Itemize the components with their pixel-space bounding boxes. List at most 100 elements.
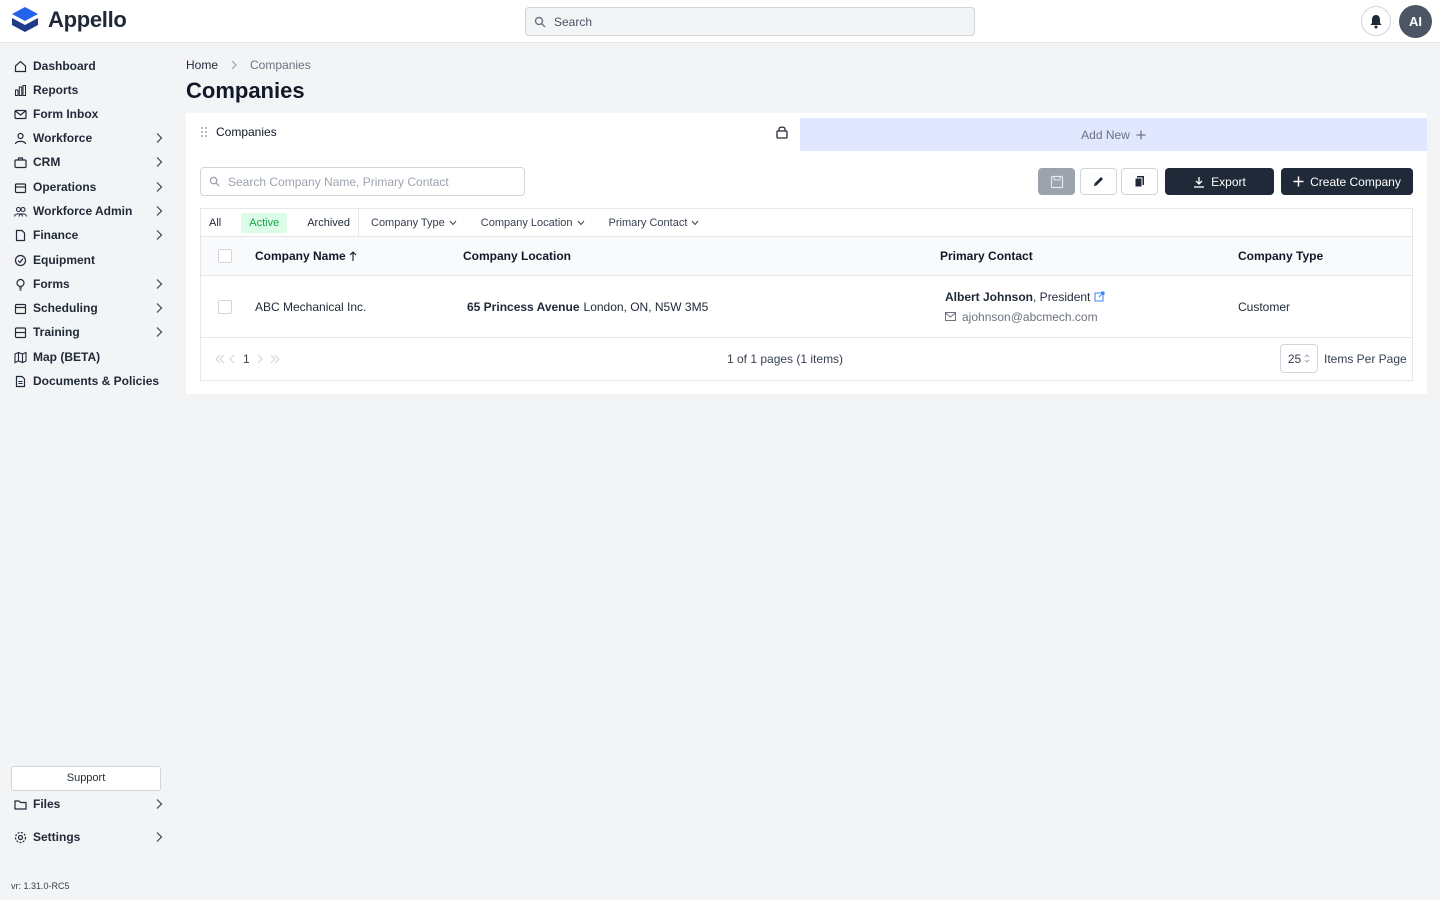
sidebar-item-documents-policies[interactable]: Documents & Policies [0,370,172,392]
gear-icon [14,831,27,843]
app-logo[interactable]: Appello [10,5,127,35]
sidebar-item-label: CRM [33,155,61,169]
column-company-location[interactable]: Company Location [463,237,571,275]
breadcrumb: Home Companies [186,58,311,72]
user-avatar[interactable]: AI [1399,5,1432,38]
mail-icon [14,109,27,119]
select-all-checkbox[interactable] [218,249,232,263]
sidebar-item-label: Training [33,325,80,339]
notifications-button[interactable] [1361,6,1391,36]
map-icon [14,351,27,363]
edit-view-button[interactable] [1080,168,1117,195]
filter-company-type[interactable]: Company Type [358,208,469,237]
lock-icon[interactable] [776,125,788,139]
sidebar-item-reports[interactable]: Reports [0,79,172,101]
sidebar-item-equipment[interactable]: Equipment [0,249,172,271]
cell-company-location: 65 Princess Avenue London, ON, N5W 3M5 [467,276,708,337]
global-search[interactable] [525,7,975,36]
chevron-down-icon [692,220,699,225]
save-view-button[interactable] [1038,168,1075,195]
bell-icon [1370,14,1382,28]
top-bar: Appello AI [0,0,1440,43]
prev-page-icon[interactable] [229,354,235,364]
sidebar-item-operations[interactable]: Operations [0,176,172,198]
search-icon [209,176,220,187]
per-page-label: Items Per Page [1324,351,1407,366]
sidebar-item-label: Forms [33,277,70,291]
companies-card: Companies Add New Export Create Company … [186,113,1427,394]
plus-icon [1293,176,1304,187]
cell-company-type: Customer [1238,299,1291,314]
column-company-name[interactable]: Company Name [255,237,357,275]
calendar-icon [14,303,27,314]
contact-email[interactable]: ajohnson@abcmech.com [962,310,1098,324]
sidebar-item-form-inbox[interactable]: Form Inbox [0,103,172,125]
global-search-input[interactable] [554,14,954,29]
last-page-icon[interactable] [270,354,280,364]
table-row[interactable]: ABC Mechanical Inc. 65 Princess Avenue L… [201,276,1412,338]
column-label: Company Name [255,249,346,263]
support-button[interactable]: Support [11,766,161,791]
filter-archived[interactable]: Archived [299,209,358,237]
cell-primary-contact: Albert Johnson, President ajohnson@abcme… [945,276,1105,337]
cell-company-name[interactable]: ABC Mechanical Inc. [255,276,366,337]
sidebar-item-label: Files [33,797,61,811]
per-page-value: 25 [1287,351,1302,366]
sidebar-item-forms[interactable]: Forms [0,273,172,295]
sidebar-item-training[interactable]: Training [0,321,172,343]
create-company-button[interactable]: Create Company [1281,168,1413,195]
current-page[interactable]: 1 [243,352,250,366]
contact-line: Albert Johnson, President [945,290,1105,304]
sidebar-item-label: Equipment [33,253,95,267]
column-company-type[interactable]: Company Type [1238,237,1323,275]
drag-handle-icon[interactable] [200,126,208,138]
first-page-icon[interactable] [215,354,225,364]
row-checkbox[interactable] [218,299,232,314]
chevron-right-icon [156,182,163,192]
filter-company-location[interactable]: Company Location [469,209,597,237]
company-search-input[interactable] [228,174,508,189]
sidebar-item-label: Operations [33,180,97,194]
sidebar-item-dashboard[interactable]: Dashboard [0,55,172,77]
chevron-right-icon [156,206,163,216]
chevron-right-icon [156,157,163,167]
breadcrumb-current: Companies [250,58,311,72]
sidebar-item-finance[interactable]: Finance [0,224,172,246]
filter-all[interactable]: All [201,209,229,237]
users-icon [14,206,27,217]
copy-view-button[interactable] [1121,168,1158,195]
filter-primary-contact[interactable]: Primary Contact [597,209,712,237]
sidebar-item-settings[interactable]: Settings [0,826,172,848]
sidebar-item-workforce-admin[interactable]: Workforce Admin [0,200,172,222]
pagination: 1 1 of 1 pages (1 items) 25 Items Per Pa… [201,338,1412,381]
chevron-right-icon [156,133,163,143]
plus-icon [1136,130,1146,139]
per-page-select[interactable]: 25 [1280,344,1318,373]
page-summary: 1 of 1 pages (1 items) [727,352,844,366]
contact-name-group: Albert Johnson, President [945,290,1090,304]
sidebar-item-crm[interactable]: CRM [0,151,172,173]
company-search[interactable] [200,167,525,196]
next-page-icon[interactable] [257,354,263,364]
page-title: Companies [186,78,305,103]
sidebar-item-scheduling[interactable]: Scheduling [0,297,172,319]
sidebar-item-map[interactable]: Map (BETA) [0,346,172,368]
external-link-icon[interactable] [1094,291,1105,302]
sidebar-item-files[interactable]: Files [0,793,172,815]
tab-add-new[interactable]: Add New [800,118,1427,151]
export-button[interactable]: Export [1165,168,1274,195]
items-per-page: 25 Items Per Page [1280,344,1407,373]
location-city: London, ON, N5W 3M5 [583,299,709,314]
sort-updown-icon [1304,354,1310,363]
row-select-cell [218,276,232,337]
column-primary-contact[interactable]: Primary Contact [940,237,1033,275]
breadcrumb-home[interactable]: Home [186,58,218,72]
tab-companies[interactable]: Companies [186,113,800,151]
filter-active[interactable]: Active [233,209,295,237]
sidebar-item-workforce[interactable]: Workforce [0,127,172,149]
sidebar-item-label: Documents & Policies [33,374,160,388]
contact-email-line: ajohnson@abcmech.com [945,310,1098,324]
filter-label: Company Type [371,216,445,229]
filter-label: Company Location [480,216,573,229]
save-icon [1050,175,1063,188]
